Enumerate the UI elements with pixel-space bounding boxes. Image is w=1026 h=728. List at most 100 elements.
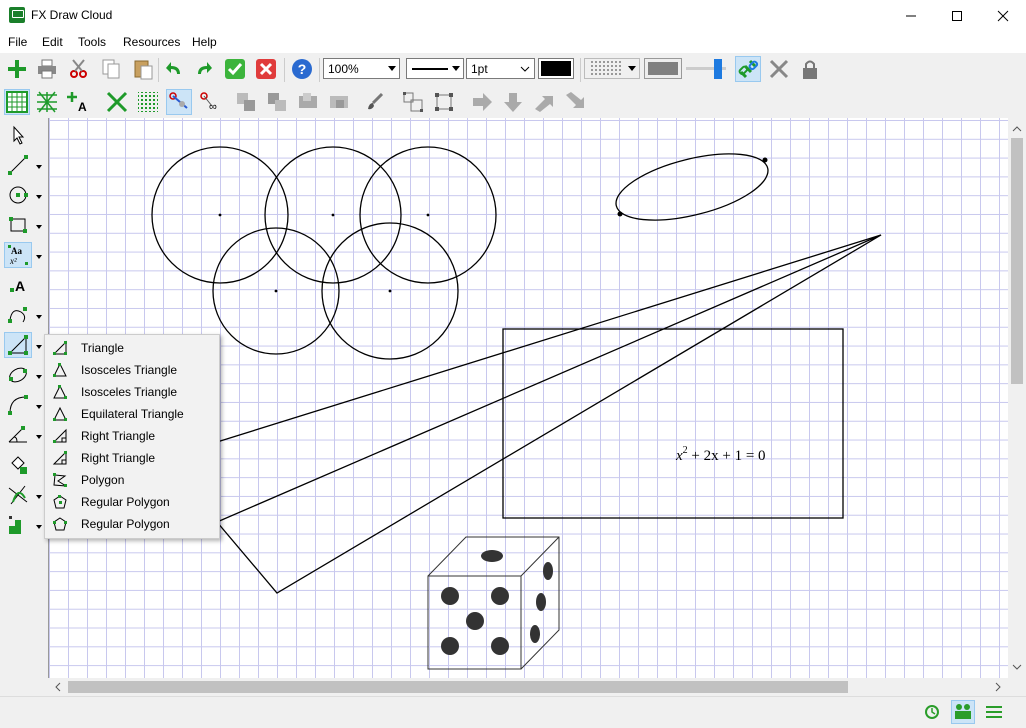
close-button[interactable]: [980, 0, 1026, 31]
chevron-down-icon[interactable]: [36, 345, 42, 349]
menu-item-isosceles-triangle-2[interactable]: Isosceles Triangle: [45, 381, 219, 403]
menu-resources[interactable]: Resources: [123, 35, 180, 49]
chevron-right-icon[interactable]: [991, 678, 1005, 696]
line-tool[interactable]: [4, 152, 32, 178]
chevron-down-icon[interactable]: [36, 225, 42, 229]
axes-tool[interactable]: [4, 482, 32, 508]
line-style-select[interactable]: [406, 58, 464, 79]
cancel-icon: [256, 59, 276, 79]
snap-intersect-button[interactable]: ∞: [197, 89, 223, 115]
new-button[interactable]: [4, 56, 30, 82]
menu-item-regular-polygon[interactable]: Regular Polygon: [45, 491, 219, 513]
circle-tool[interactable]: [4, 182, 32, 208]
horizontal-scrollbar[interactable]: [48, 678, 1008, 696]
fill-tool[interactable]: [4, 452, 32, 478]
menu-file[interactable]: File: [8, 35, 27, 49]
brush-button[interactable]: [362, 89, 388, 115]
menu-help[interactable]: Help: [192, 35, 217, 49]
menu-item-right-triangle-2[interactable]: Right Triangle: [45, 447, 219, 469]
vertical-scrollbar[interactable]: [1008, 118, 1026, 678]
line-width-select[interactable]: 1pt: [466, 58, 535, 79]
graph-tool[interactable]: [4, 512, 32, 538]
rectangle-shape: [502, 328, 844, 519]
chevron-left-icon[interactable]: [51, 678, 65, 696]
regular-polygon-icon: [53, 495, 67, 509]
snap-text-button[interactable]: A: [64, 89, 90, 115]
math-equation[interactable]: x2 + 2x + 1 = 0: [676, 445, 766, 465]
chevron-down-icon[interactable]: [1008, 660, 1026, 674]
line-color-button[interactable]: [538, 58, 574, 79]
pointer-tool[interactable]: [4, 122, 32, 148]
group-button[interactable]: [233, 89, 259, 115]
chevron-down-icon[interactable]: [36, 195, 42, 199]
menu-item-triangle[interactable]: Triangle: [45, 337, 219, 359]
cancel-button[interactable]: [253, 56, 279, 82]
print-button[interactable]: [34, 56, 60, 82]
cut-button[interactable]: [66, 56, 92, 82]
menu-item-isosceles-triangle[interactable]: Isosceles Triangle: [45, 359, 219, 381]
send-back-button[interactable]: [326, 89, 352, 115]
fill-color-button[interactable]: [644, 58, 682, 79]
svg-text:A: A: [78, 100, 87, 113]
chevron-down-icon[interactable]: [36, 495, 42, 499]
vertical-scroll-thumb[interactable]: [1011, 138, 1023, 384]
grid-button[interactable]: [4, 89, 30, 115]
chevron-up-icon[interactable]: [1008, 122, 1026, 136]
link-icon: [738, 59, 759, 79]
ok-button[interactable]: [222, 56, 248, 82]
chevron-down-icon[interactable]: [36, 315, 42, 319]
rectangle-tool[interactable]: [4, 212, 32, 238]
zoom-select[interactable]: 100%: [323, 58, 400, 79]
horizontal-scroll-thumb[interactable]: [68, 681, 848, 693]
chevron-down-icon[interactable]: [36, 375, 42, 379]
menu-edit[interactable]: Edit: [42, 35, 63, 49]
fill-pattern-select[interactable]: [584, 58, 640, 79]
copy-button[interactable]: [98, 56, 124, 82]
arrow-up-right-button[interactable]: [531, 89, 557, 115]
minimize-button[interactable]: [888, 0, 934, 31]
text-tool[interactable]: A: [4, 272, 32, 298]
link-button[interactable]: [735, 56, 761, 82]
bring-front-button[interactable]: [295, 89, 321, 115]
help-button[interactable]: ?: [289, 56, 315, 82]
opacity-slider[interactable]: [686, 59, 726, 79]
menu-item-right-triangle[interactable]: Right Triangle: [45, 425, 219, 447]
curve-tool[interactable]: [4, 302, 32, 328]
axes-button[interactable]: [104, 89, 130, 115]
dot-grid-button[interactable]: [135, 89, 161, 115]
text-math-tool[interactable]: Aa x²: [4, 242, 32, 268]
ellipse-tool[interactable]: [4, 362, 32, 388]
angle-tool[interactable]: [4, 422, 32, 448]
arrow-down-button[interactable]: [500, 89, 526, 115]
opacity-slider-thumb[interactable]: [714, 59, 722, 79]
menu-tools[interactable]: Tools: [78, 35, 106, 49]
distribute-button[interactable]: [431, 89, 457, 115]
menu-item-polygon[interactable]: Polygon: [45, 469, 219, 491]
menu-item-regular-polygon-2[interactable]: Regular Polygon: [45, 513, 219, 535]
users-button[interactable]: [951, 700, 975, 724]
polygon-tool[interactable]: [4, 332, 32, 358]
copy-icon: [102, 59, 120, 79]
paste-button[interactable]: [130, 56, 156, 82]
chevron-down-icon[interactable]: [36, 405, 42, 409]
arrow-down-right-button[interactable]: [562, 89, 588, 115]
snap-points-button[interactable]: [166, 89, 192, 115]
align-button[interactable]: [400, 89, 426, 115]
chevron-down-icon[interactable]: [36, 525, 42, 529]
chevron-down-icon[interactable]: [36, 435, 42, 439]
menu-item-equilateral-triangle[interactable]: Equilateral Triangle: [45, 403, 219, 425]
chevron-down-icon[interactable]: [36, 165, 42, 169]
redo-button[interactable]: [191, 56, 217, 82]
arc-tool[interactable]: [4, 392, 32, 418]
unlink-button[interactable]: [766, 56, 792, 82]
history-button[interactable]: [924, 704, 940, 723]
snap-intersect-icon: ∞: [200, 92, 217, 113]
lock-button[interactable]: [797, 56, 823, 82]
undo-button[interactable]: [161, 56, 187, 82]
maximize-button[interactable]: [934, 0, 980, 31]
chevron-down-icon[interactable]: [36, 255, 42, 259]
arrow-right-button[interactable]: [469, 89, 495, 115]
iso-grid-button[interactable]: [34, 89, 60, 115]
ungroup-button[interactable]: [264, 89, 290, 115]
menu-button[interactable]: [986, 705, 1002, 722]
